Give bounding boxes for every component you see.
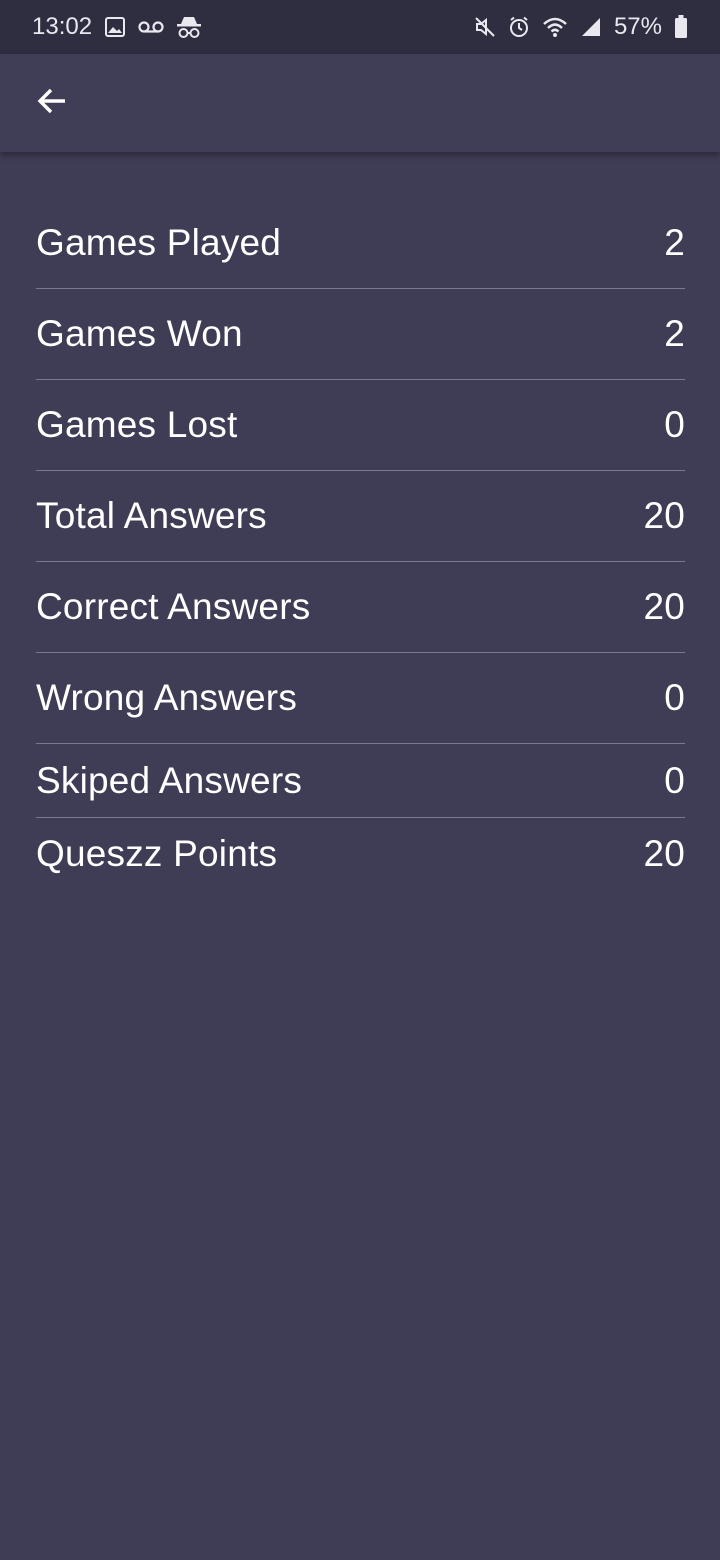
stat-row-queszz-points: Queszz Points 20: [36, 818, 685, 890]
battery-percent: 57%: [613, 13, 662, 40]
stat-value: 20: [643, 586, 685, 627]
battery-icon: [674, 15, 688, 39]
stat-row-skiped-answers: Skiped Answers 0: [36, 744, 685, 818]
stat-label: Skiped Answers: [36, 759, 303, 801]
stat-value: 0: [664, 404, 685, 445]
stat-label: Queszz Points: [36, 833, 278, 874]
signal-icon: [580, 16, 602, 38]
stat-label: Wrong Answers: [36, 677, 298, 718]
stat-row-games-lost: Games Lost 0: [36, 380, 685, 471]
stat-label: Correct Answers: [36, 586, 311, 627]
stat-row-wrong-answers: Wrong Answers 0: [36, 653, 685, 744]
stat-value: 20: [643, 833, 685, 874]
stat-label: Total Answers: [36, 495, 267, 536]
wifi-icon: [542, 16, 568, 38]
stat-row-correct-answers: Correct Answers 20: [36, 562, 685, 653]
stats-list: Games Played 2 Games Won 2 Games Lost 0 …: [36, 198, 685, 890]
stat-row-total-answers: Total Answers 20: [36, 471, 685, 562]
status-bar: 13:02 57%: [0, 0, 720, 54]
arrow-back-icon: [36, 85, 68, 122]
stat-row-games-won: Games Won 2: [36, 289, 685, 380]
stat-row-games-played: Games Played 2: [36, 198, 685, 289]
gallery-icon: [104, 16, 126, 38]
stat-label: Games Played: [36, 222, 282, 263]
incognito-icon: [176, 15, 202, 39]
stat-value: 20: [643, 495, 685, 536]
alarm-icon: [508, 16, 530, 38]
stat-value: 2: [664, 222, 685, 263]
status-time: 13:02: [32, 13, 93, 40]
mute-icon: [474, 16, 496, 38]
back-button[interactable]: [30, 81, 74, 125]
stat-value: 2: [664, 313, 685, 354]
status-left: 13:02: [32, 13, 202, 41]
status-right: 57%: [474, 13, 688, 41]
stat-label: Games Lost: [36, 404, 238, 445]
stat-value: 0: [664, 677, 685, 718]
stat-label: Games Won: [36, 313, 243, 354]
voicemail-icon: [138, 19, 164, 35]
stat-value: 0: [664, 759, 685, 801]
app-bar: [0, 54, 720, 152]
